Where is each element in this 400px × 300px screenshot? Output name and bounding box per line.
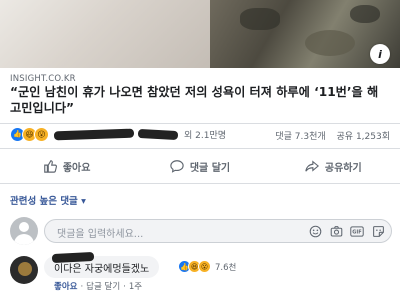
redacted-names-2 (137, 128, 179, 140)
avatar[interactable] (10, 217, 38, 245)
link-preview-image[interactable]: i (0, 0, 400, 68)
thumbs-up-icon (44, 160, 57, 173)
comment-time: 1주 (128, 282, 143, 292)
info-icon[interactable]: i (370, 44, 390, 64)
speech-bubble-icon (170, 160, 184, 173)
share-count[interactable]: 공유 1,253회 (337, 132, 390, 142)
sticker-icon[interactable] (371, 224, 385, 238)
post-actions-bar: 좋아요 댓글 달기 공유하기 (0, 151, 400, 181)
emoji-icon[interactable] (308, 224, 322, 238)
comment-count[interactable]: 댓글 7.3천개 (275, 132, 325, 142)
comment-input-placeholder: 댓글을 입력하세요... (57, 229, 144, 240)
reaction-summary[interactable]: 👍 😆 😮 외 2.1만명 (10, 126, 227, 142)
link-headline[interactable]: “군인 남친이 휴가 나오면 참았던 저의 성욕이 터져 하루에 ‘11번’을 … (10, 84, 392, 116)
reaction-others-count: 외 2.1만명 (184, 130, 227, 141)
comment-composer: 댓글을 입력하세요... GIF (10, 217, 392, 245)
post-stats: 댓글 7.3천개 공유 1,253회 (267, 129, 390, 142)
comment-reactions[interactable]: 👍 😆 😮 7.6천 (178, 260, 236, 273)
comment-like-link[interactable]: 좋아요 (54, 282, 77, 292)
comment-input[interactable]: 댓글을 입력하세요... GIF (44, 219, 392, 243)
comment-bubble: 이다은 자궁에멍들겠노 (44, 251, 160, 278)
comment-reply-link[interactable]: 답글 달기 (86, 282, 120, 292)
comment-reaction-count: 7.6천 (215, 262, 237, 273)
share-button[interactable]: 공유하기 (267, 151, 400, 181)
image-left-half (0, 0, 210, 68)
comment-label: 댓글 달기 (189, 162, 231, 174)
gif-icon[interactable]: GIF (350, 224, 364, 238)
divider (0, 123, 400, 124)
share-arrow-icon (305, 160, 319, 172)
like-label: 좋아요 (62, 162, 91, 174)
wow-icon: 😮 (198, 260, 211, 273)
share-label: 공유하기 (324, 162, 362, 174)
svg-text:GIF: GIF (352, 229, 362, 235)
commenter-avatar[interactable] (10, 256, 38, 284)
comment-button[interactable]: 댓글 달기 (133, 151, 266, 181)
divider (0, 183, 400, 184)
camera-icon[interactable] (329, 224, 343, 238)
comment-sort-dropdown[interactable]: 관련성 높은 댓글 ▾ (10, 193, 86, 207)
divider (0, 148, 400, 149)
redacted-names (53, 128, 135, 140)
like-button[interactable]: 좋아요 (0, 151, 133, 181)
comment-actions: 좋아요 · 답글 달기 · 1주 (54, 282, 143, 292)
link-source: INSIGHT.CO.KR (10, 74, 76, 84)
wow-icon: 😮 (34, 126, 49, 142)
